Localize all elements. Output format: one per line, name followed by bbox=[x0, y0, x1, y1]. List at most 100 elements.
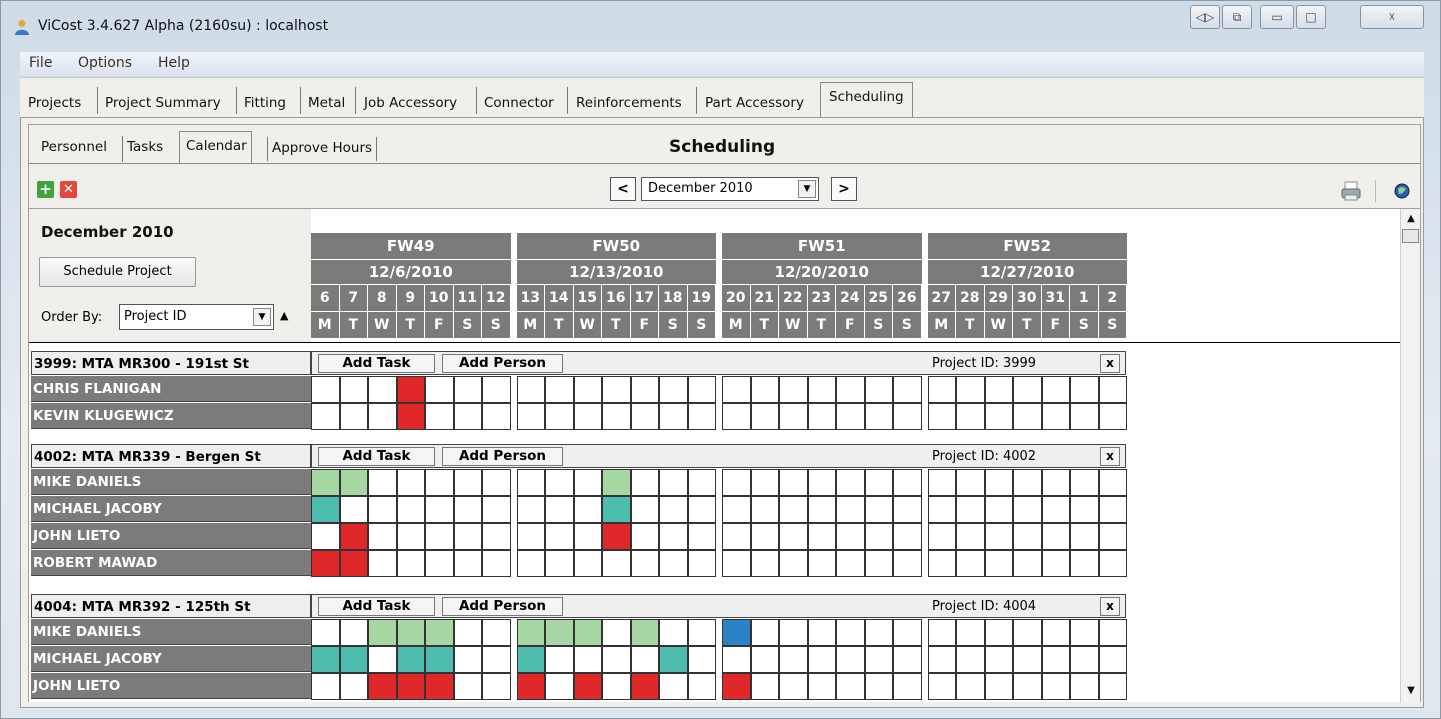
tab-job-accessory[interactable]: Job Accessory bbox=[364, 85, 457, 118]
day-cell[interactable] bbox=[630, 403, 659, 430]
day-cell[interactable] bbox=[927, 376, 956, 403]
remove-project-button[interactable]: x bbox=[1100, 447, 1120, 466]
day-cell[interactable] bbox=[750, 523, 779, 550]
day-cell[interactable] bbox=[956, 376, 985, 403]
day-cell[interactable] bbox=[722, 550, 751, 577]
tab-project-summary[interactable]: Project Summary bbox=[105, 85, 221, 118]
day-cell[interactable] bbox=[339, 403, 368, 430]
day-cell[interactable] bbox=[659, 376, 688, 403]
day-cell[interactable] bbox=[659, 619, 688, 646]
day-cell[interactable] bbox=[893, 376, 922, 403]
day-cell[interactable] bbox=[396, 619, 425, 646]
day-cell[interactable] bbox=[687, 619, 716, 646]
day-cell[interactable] bbox=[545, 550, 574, 577]
day-cell[interactable] bbox=[1013, 646, 1042, 673]
day-cell[interactable] bbox=[368, 376, 397, 403]
day-cell[interactable] bbox=[396, 403, 425, 430]
day-cell[interactable] bbox=[807, 376, 836, 403]
day-cell[interactable] bbox=[836, 376, 865, 403]
day-cell[interactable] bbox=[893, 469, 922, 496]
day-cell[interactable] bbox=[339, 646, 368, 673]
day-cell[interactable] bbox=[339, 376, 368, 403]
day-cell[interactable] bbox=[984, 673, 1013, 700]
day-cell[interactable] bbox=[1041, 469, 1070, 496]
day-cell[interactable] bbox=[1098, 469, 1127, 496]
day-cell[interactable] bbox=[368, 646, 397, 673]
day-cell[interactable] bbox=[396, 550, 425, 577]
day-cell[interactable] bbox=[396, 523, 425, 550]
delete-icon[interactable]: ✕ bbox=[60, 181, 77, 198]
day-cell[interactable] bbox=[368, 673, 397, 700]
day-cell[interactable] bbox=[1098, 550, 1127, 577]
day-cell[interactable] bbox=[630, 523, 659, 550]
day-cell[interactable] bbox=[573, 550, 602, 577]
menu-options[interactable]: Options bbox=[78, 55, 132, 71]
day-cell[interactable] bbox=[573, 496, 602, 523]
day-cell[interactable] bbox=[927, 646, 956, 673]
day-cell[interactable] bbox=[984, 646, 1013, 673]
day-cell[interactable] bbox=[1041, 523, 1070, 550]
add-task-button[interactable]: Add Task bbox=[318, 354, 435, 373]
day-cell[interactable] bbox=[1070, 469, 1099, 496]
day-cell[interactable] bbox=[893, 496, 922, 523]
day-cell[interactable] bbox=[836, 673, 865, 700]
day-cell[interactable] bbox=[311, 646, 340, 673]
day-cell[interactable] bbox=[722, 376, 751, 403]
day-cell[interactable] bbox=[453, 550, 482, 577]
day-cell[interactable] bbox=[453, 469, 482, 496]
add-person-button[interactable]: Add Person bbox=[442, 354, 563, 373]
day-cell[interactable] bbox=[602, 469, 631, 496]
day-cell[interactable] bbox=[956, 550, 985, 577]
maximize-button[interactable]: □ bbox=[1296, 5, 1326, 29]
day-cell[interactable] bbox=[602, 496, 631, 523]
add-icon[interactable]: + bbox=[37, 181, 54, 198]
menu-help[interactable]: Help bbox=[158, 55, 190, 71]
day-cell[interactable] bbox=[425, 646, 454, 673]
day-cell[interactable] bbox=[807, 496, 836, 523]
add-person-button[interactable]: Add Person bbox=[442, 447, 563, 466]
day-cell[interactable] bbox=[864, 403, 893, 430]
day-cell[interactable] bbox=[453, 523, 482, 550]
day-cell[interactable] bbox=[516, 646, 545, 673]
day-cell[interactable] bbox=[722, 469, 751, 496]
day-cell[interactable] bbox=[1013, 619, 1042, 646]
day-cell[interactable] bbox=[984, 376, 1013, 403]
day-cell[interactable] bbox=[1013, 673, 1042, 700]
restore-layout-button[interactable]: ⧉ bbox=[1222, 5, 1252, 29]
day-cell[interactable] bbox=[573, 523, 602, 550]
day-cell[interactable] bbox=[779, 673, 808, 700]
day-cell[interactable] bbox=[659, 646, 688, 673]
print-icon[interactable] bbox=[1340, 180, 1362, 202]
day-cell[interactable] bbox=[779, 403, 808, 430]
day-cell[interactable] bbox=[1041, 646, 1070, 673]
day-cell[interactable] bbox=[1070, 550, 1099, 577]
day-cell[interactable] bbox=[687, 673, 716, 700]
day-cell[interactable] bbox=[1070, 376, 1099, 403]
day-cell[interactable] bbox=[687, 403, 716, 430]
day-cell[interactable] bbox=[836, 550, 865, 577]
tab-part-accessory[interactable]: Part Accessory bbox=[705, 85, 804, 118]
day-cell[interactable] bbox=[864, 673, 893, 700]
day-cell[interactable] bbox=[573, 646, 602, 673]
day-cell[interactable] bbox=[339, 619, 368, 646]
day-cell[interactable] bbox=[779, 523, 808, 550]
day-cell[interactable] bbox=[836, 403, 865, 430]
day-cell[interactable] bbox=[927, 550, 956, 577]
day-cell[interactable] bbox=[1041, 496, 1070, 523]
day-cell[interactable] bbox=[368, 523, 397, 550]
day-cell[interactable] bbox=[722, 619, 751, 646]
day-cell[interactable] bbox=[630, 646, 659, 673]
day-cell[interactable] bbox=[516, 469, 545, 496]
day-cell[interactable] bbox=[396, 469, 425, 496]
tab-metal[interactable]: Metal bbox=[308, 85, 345, 118]
day-cell[interactable] bbox=[545, 673, 574, 700]
day-cell[interactable] bbox=[1098, 619, 1127, 646]
day-cell[interactable] bbox=[956, 496, 985, 523]
day-cell[interactable] bbox=[1070, 403, 1099, 430]
day-cell[interactable] bbox=[573, 403, 602, 430]
day-cell[interactable] bbox=[750, 646, 779, 673]
subtab-tasks[interactable]: Tasks bbox=[127, 139, 163, 155]
day-cell[interactable] bbox=[984, 469, 1013, 496]
scroll-up-icon[interactable]: ▲ bbox=[1403, 211, 1419, 227]
subtab-approve-hours[interactable]: Approve Hours bbox=[267, 137, 378, 161]
